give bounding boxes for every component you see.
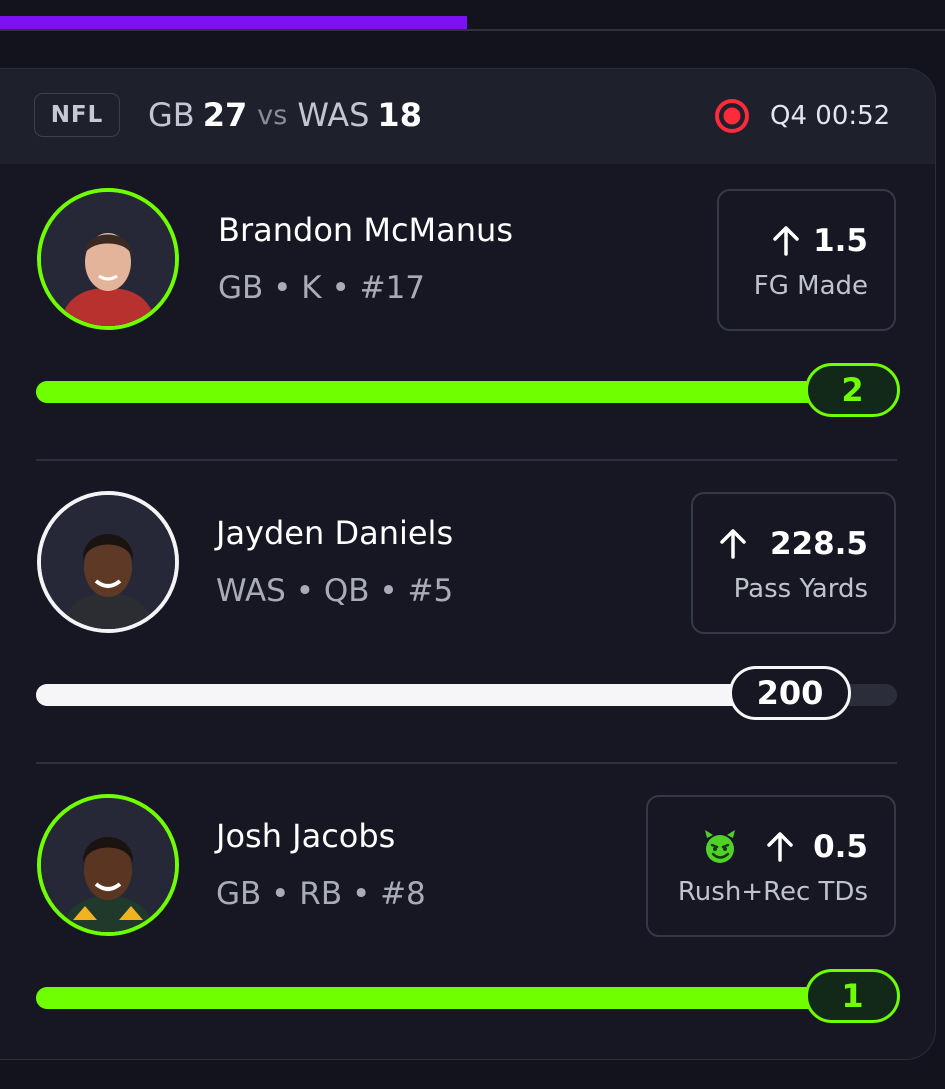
prop-line: 1.5	[769, 219, 868, 263]
green-devil-emoji-icon	[705, 830, 736, 863]
player-avatar	[37, 794, 179, 936]
prop-line-box[interactable]: 1.5 FG Made	[717, 189, 896, 331]
player-name: Brandon McManus	[218, 211, 513, 249]
top-progress-bar	[0, 16, 467, 29]
row-divider	[36, 459, 897, 461]
player-headshot-icon	[41, 192, 175, 326]
arrow-up-icon	[773, 226, 799, 256]
stat-progress-track	[36, 987, 897, 1009]
prop-line: 228.5	[716, 522, 868, 566]
home-score: 27	[202, 96, 248, 134]
player-meta: GB • RB • #8	[216, 876, 426, 912]
prop-line-value: 0.5	[813, 829, 868, 865]
matchup-score: GB 27 vs WAS 18	[148, 95, 422, 135]
prop-stat-label: FG Made	[753, 271, 868, 301]
arrow-up-icon	[720, 529, 746, 559]
player-name: Josh Jacobs	[216, 817, 396, 855]
game-clock: Q4 00:52	[770, 101, 891, 131]
vs-label: vs	[257, 99, 288, 131]
player-meta: GB • K • #17	[218, 270, 426, 306]
player-avatar	[37, 188, 179, 330]
player-name: Jayden Daniels	[216, 514, 454, 552]
league-badge: NFL	[34, 93, 120, 137]
stat-progress-track	[36, 381, 897, 403]
player-avatar	[37, 491, 179, 633]
prop-line-box[interactable]: 0.5 Rush+Rec TDs	[646, 795, 896, 937]
arrow-up-icon	[767, 832, 793, 862]
current-stat-value: 200	[729, 666, 851, 720]
stat-progress-bar	[36, 684, 790, 706]
player-meta: WAS • QB • #5	[216, 573, 454, 609]
row-divider	[36, 762, 897, 764]
away-score: 18	[377, 96, 422, 134]
stat-progress-bar	[36, 987, 856, 1009]
live-record-icon	[715, 99, 749, 133]
home-team: GB	[148, 96, 195, 134]
top-progress-track	[0, 29, 945, 31]
prop-line-value: 1.5	[813, 223, 868, 259]
player-headshot-icon	[41, 495, 175, 629]
current-stat-value: 2	[805, 363, 900, 417]
prop-stat-label: Pass Yards	[733, 574, 868, 604]
current-stat-value: 1	[805, 969, 900, 1023]
prop-line: 0.5	[701, 825, 868, 869]
away-team: WAS	[297, 96, 370, 134]
player-headshot-icon	[41, 798, 175, 932]
stat-progress-bar	[36, 381, 856, 403]
prop-stat-label: Rush+Rec TDs	[677, 877, 868, 907]
prop-line-box[interactable]: 228.5 Pass Yards	[691, 492, 896, 634]
prop-line-value: 228.5	[769, 526, 868, 562]
